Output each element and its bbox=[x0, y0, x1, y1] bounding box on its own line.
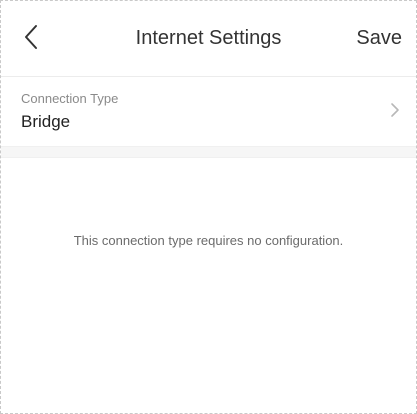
save-button[interactable]: Save bbox=[356, 27, 402, 50]
info-message: This connection type requires no configu… bbox=[73, 233, 344, 248]
connection-type-value: Bridge bbox=[21, 112, 71, 131]
connection-type-row[interactable]: Connection Type Bridge bbox=[1, 78, 416, 146]
top-bar: Internet Settings Save bbox=[1, 1, 416, 77]
screen: Internet Settings Save Connection Type B… bbox=[0, 0, 417, 414]
page-title: Internet Settings bbox=[135, 27, 282, 49]
section-divider bbox=[1, 146, 416, 158]
chevron-right-icon bbox=[391, 103, 399, 117]
connection-type-label: Connection Type bbox=[21, 91, 119, 106]
